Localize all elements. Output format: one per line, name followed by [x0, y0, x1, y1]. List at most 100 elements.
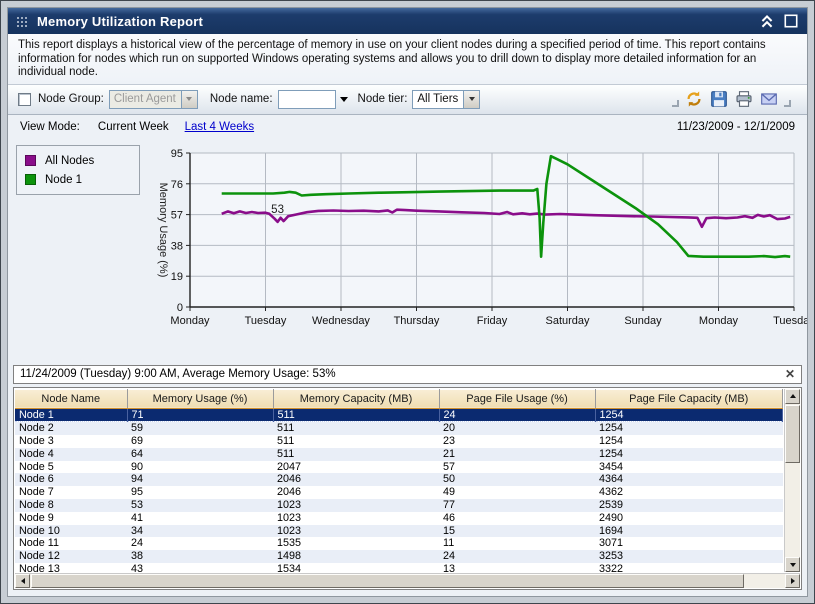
node-group-select[interactable]: Client Agent [109, 90, 198, 109]
table-row[interactable]: Node 9411023462490 [15, 512, 783, 525]
table-row[interactable]: Node 259511201254 [15, 422, 783, 435]
table-cell[interactable]: 24 [439, 550, 595, 563]
table-cell[interactable]: 2047 [273, 461, 439, 474]
table-cell[interactable]: 34 [127, 525, 273, 538]
table-cell[interactable]: 1023 [273, 525, 439, 538]
table-cell[interactable]: Node 13 [15, 563, 127, 572]
node-tier-select[interactable]: All Tiers [412, 90, 480, 109]
table-cell[interactable]: 46 [439, 512, 595, 525]
table-cell[interactable]: Node 2 [15, 422, 127, 435]
table-row[interactable]: Node 11241535113071 [15, 537, 783, 550]
column-header[interactable]: Page File Usage (%) [439, 389, 595, 408]
table-cell[interactable]: 511 [273, 448, 439, 461]
table-row[interactable]: Node 12381498243253 [15, 550, 783, 563]
table-cell[interactable]: 1254 [595, 435, 783, 448]
table-cell[interactable]: 1254 [595, 422, 783, 435]
table-cell[interactable]: 511 [273, 408, 439, 422]
chevron-down-icon[interactable] [463, 91, 479, 108]
table-cell[interactable]: 2046 [273, 486, 439, 499]
table-cell[interactable]: 1535 [273, 537, 439, 550]
table-cell[interactable]: Node 3 [15, 435, 127, 448]
email-icon[interactable] [760, 90, 778, 108]
view-mode-current-week[interactable]: Current Week [98, 121, 169, 133]
scroll-right-button[interactable] [785, 574, 800, 588]
table-cell[interactable]: 1498 [273, 550, 439, 563]
table-cell[interactable]: Node 10 [15, 525, 127, 538]
table-cell[interactable]: 2490 [595, 512, 783, 525]
table-cell[interactable]: 511 [273, 422, 439, 435]
table-row[interactable]: Node 10341023151694 [15, 525, 783, 538]
table-row[interactable]: Node 8531023772539 [15, 499, 783, 512]
table-cell[interactable]: 4362 [595, 486, 783, 499]
table-cell[interactable]: 1254 [595, 448, 783, 461]
table-cell[interactable]: Node 6 [15, 473, 127, 486]
table-cell[interactable]: 53 [127, 499, 273, 512]
scroll-left-button[interactable] [15, 574, 30, 588]
table-cell[interactable]: 95 [127, 486, 273, 499]
table-cell[interactable]: Node 11 [15, 537, 127, 550]
node-name-dropdown-icon[interactable] [340, 97, 348, 102]
table-cell[interactable]: 50 [439, 473, 595, 486]
table-cell[interactable]: 24 [127, 537, 273, 550]
maximize-icon[interactable] [783, 13, 799, 29]
save-icon[interactable] [710, 90, 728, 108]
collapse-icon[interactable] [759, 13, 775, 29]
table-cell[interactable]: 23 [439, 435, 595, 448]
vertical-scrollbar[interactable] [784, 389, 800, 573]
table-cell[interactable]: 2539 [595, 499, 783, 512]
table-cell[interactable]: 94 [127, 473, 273, 486]
table-cell[interactable]: 77 [439, 499, 595, 512]
table-cell[interactable]: Node 9 [15, 512, 127, 525]
table-row[interactable]: Node 6942046504364 [15, 473, 783, 486]
table-cell[interactable]: 43 [127, 563, 273, 572]
view-mode-last-4-weeks-link[interactable]: Last 4 Weeks [185, 121, 254, 133]
table-cell[interactable]: 21 [439, 448, 595, 461]
table-row[interactable]: Node 171511241254 [15, 408, 783, 422]
refresh-icon[interactable] [685, 90, 703, 108]
table-cell[interactable]: 15 [439, 525, 595, 538]
table-cell[interactable]: 1023 [273, 512, 439, 525]
table-cell[interactable]: Node 7 [15, 486, 127, 499]
table-row[interactable]: Node 369511231254 [15, 435, 783, 448]
table-cell[interactable]: 3322 [595, 563, 783, 572]
table-row[interactable]: Node 7952046494362 [15, 486, 783, 499]
scroll-up-button[interactable] [785, 389, 800, 404]
table-cell[interactable]: 1023 [273, 499, 439, 512]
table-cell[interactable]: 59 [127, 422, 273, 435]
table-cell[interactable]: 1534 [273, 563, 439, 572]
table-cell[interactable]: Node 5 [15, 461, 127, 474]
table-row[interactable]: Node 464511211254 [15, 448, 783, 461]
table-cell[interactable]: 38 [127, 550, 273, 563]
table-cell[interactable]: Node 1 [15, 408, 127, 422]
table-cell[interactable]: 90 [127, 461, 273, 474]
table-cell[interactable]: 57 [439, 461, 595, 474]
node-group-checkbox[interactable] [18, 93, 31, 106]
column-header[interactable]: Memory Capacity (MB) [273, 389, 439, 408]
column-header[interactable]: Node Name [15, 389, 127, 408]
table-cell[interactable]: 24 [439, 408, 595, 422]
table-cell[interactable]: 11 [439, 537, 595, 550]
table-cell[interactable]: 69 [127, 435, 273, 448]
memory-usage-chart[interactable]: 01938577695MondayTuesdayWednesdayThursda… [160, 141, 808, 341]
table-cell[interactable]: Node 4 [15, 448, 127, 461]
table-cell[interactable]: 3071 [595, 537, 783, 550]
table-cell[interactable]: 511 [273, 435, 439, 448]
horizontal-scroll-thumb[interactable] [31, 574, 744, 588]
vertical-scroll-thumb[interactable] [785, 405, 800, 463]
column-header[interactable]: Page File Capacity (MB) [595, 389, 783, 408]
table-cell[interactable]: 2046 [273, 473, 439, 486]
table-cell[interactable]: 3454 [595, 461, 783, 474]
table-cell[interactable]: 1694 [595, 525, 783, 538]
column-header[interactable]: Memory Usage (%) [127, 389, 273, 408]
table-cell[interactable]: 13 [439, 563, 595, 572]
table-cell[interactable]: 1254 [595, 408, 783, 422]
scroll-down-button[interactable] [785, 557, 800, 572]
table-cell[interactable]: Node 12 [15, 550, 127, 563]
table-cell[interactable]: 41 [127, 512, 273, 525]
table-cell[interactable]: 4364 [595, 473, 783, 486]
close-icon[interactable]: ✕ [785, 369, 795, 379]
table-cell[interactable]: 20 [439, 422, 595, 435]
node-name-input[interactable] [278, 90, 336, 109]
table-cell[interactable]: 3253 [595, 550, 783, 563]
horizontal-scrollbar[interactable] [15, 573, 800, 588]
